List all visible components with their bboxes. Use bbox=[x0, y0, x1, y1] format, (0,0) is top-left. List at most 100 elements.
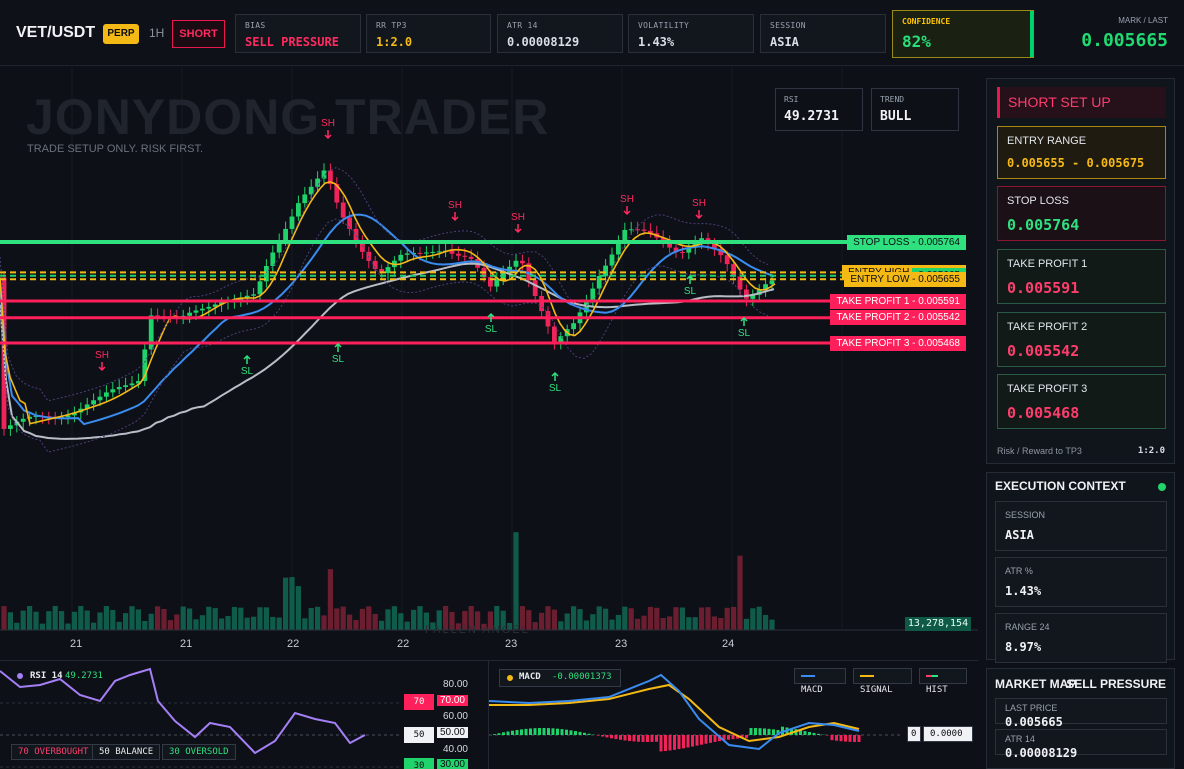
volume-bar bbox=[52, 606, 58, 630]
volume-bar bbox=[340, 606, 346, 630]
hist-swatch-icon-2 bbox=[932, 674, 938, 677]
timeframe-label[interactable]: 1H bbox=[149, 26, 164, 40]
volume-bar bbox=[135, 609, 141, 630]
macd-hist-bar bbox=[619, 735, 622, 740]
macd-hist-bar bbox=[650, 735, 654, 742]
candle-body bbox=[251, 294, 256, 296]
price-chart[interactable]: SH SH SH SH SH SH SL SL SL SL SL SL JONYDONG TRADER… bbox=[0, 68, 978, 658]
macd-hist-bar bbox=[767, 728, 771, 735]
candle-body bbox=[187, 312, 192, 316]
candle-body bbox=[20, 418, 26, 422]
candle-body bbox=[635, 229, 640, 231]
macd-value: -0.00001373 bbox=[552, 672, 612, 682]
macd-hist-bar bbox=[668, 735, 672, 751]
volume-bar bbox=[551, 609, 557, 630]
macd-hist-bar bbox=[817, 733, 820, 735]
volume-bar bbox=[7, 612, 13, 630]
card-label: STOP LOSS bbox=[1007, 195, 1069, 207]
stat-label: RR TP3 bbox=[376, 21, 407, 30]
macd-hist-bar bbox=[515, 730, 519, 735]
volume-bar bbox=[622, 606, 628, 630]
rsi-panel[interactable]: RSI 14 49.2731 80.00 70 70.00 60.00 50 5… bbox=[0, 660, 488, 769]
candlestick-chart-svg[interactable]: SHSHSHSHSH SHSLSLSLSLSLSL bbox=[0, 68, 978, 658]
arrow-up-icon bbox=[551, 371, 559, 381]
stat-value: SELL PRESSURE bbox=[245, 35, 339, 49]
mark-label: MARK / LAST bbox=[1118, 16, 1168, 25]
volume-bar bbox=[251, 616, 257, 630]
top-bar: VET/USDT PERP 1H SHORT BIAS SELL PRESSUR… bbox=[0, 0, 1184, 66]
macd-hist-bar bbox=[596, 735, 600, 736]
short-button[interactable]: SHORT bbox=[172, 20, 225, 48]
entry-range-card[interactable]: ENTRY RANGE 0.005655 - 0.005675 bbox=[997, 126, 1166, 179]
candle-body bbox=[308, 186, 314, 195]
stat-label: VOLATILITY bbox=[638, 21, 690, 30]
candle-body bbox=[744, 289, 749, 299]
candle-body bbox=[769, 280, 775, 285]
volume-bar bbox=[206, 606, 212, 630]
volume-bar bbox=[161, 608, 167, 630]
stat-value: 1.43% bbox=[638, 35, 675, 49]
volume-bar bbox=[577, 609, 583, 630]
macd-hist-bar bbox=[547, 728, 550, 735]
rsi-tick: 80.00 bbox=[442, 679, 468, 690]
tp3-card[interactable]: TAKE PROFIT 3 0.005468 bbox=[997, 374, 1166, 429]
swing-high-label: SH bbox=[448, 200, 462, 211]
volume-bar bbox=[686, 617, 692, 630]
card-value: 0.005655 - 0.005675 bbox=[1007, 156, 1145, 170]
card-label: ENTRY RANGE bbox=[1007, 135, 1087, 147]
swing-high-label: SH bbox=[620, 194, 634, 205]
card-value: 0.005542 bbox=[1007, 342, 1080, 360]
candle-body bbox=[628, 229, 634, 231]
candle-body bbox=[110, 389, 116, 393]
legend-macd: MACD bbox=[794, 668, 846, 695]
volume-bar bbox=[743, 618, 749, 630]
arrow-down-icon bbox=[623, 206, 631, 216]
candle-body bbox=[449, 250, 455, 254]
ma-mid-line bbox=[0, 213, 775, 426]
macd-hist-bar bbox=[569, 730, 573, 735]
volume-bar bbox=[564, 613, 570, 630]
stop-loss-card[interactable]: STOP LOSS 0.005764 bbox=[997, 186, 1166, 241]
volume-bar bbox=[103, 606, 109, 630]
market-last-price-card: LAST PRICE 0.005665 bbox=[995, 698, 1167, 729]
volume-bar bbox=[711, 616, 717, 630]
macd-panel[interactable]: MACD -0.00001373 MACD SIGNAL HIST 0 0.00… bbox=[488, 660, 978, 769]
macd-hist-bar bbox=[506, 731, 510, 735]
macd-hist-bar bbox=[758, 728, 762, 735]
candle-body bbox=[104, 392, 109, 397]
arrow-down-icon bbox=[695, 210, 703, 220]
tp2-card[interactable]: TAKE PROFIT 2 0.005542 bbox=[997, 312, 1166, 367]
candle-body bbox=[430, 251, 436, 253]
candle-body bbox=[116, 387, 122, 390]
market-atr-card: ATR 14 0.00008129 bbox=[995, 729, 1167, 760]
level-tag: STOP LOSS - 0.005764 bbox=[847, 234, 966, 250]
volume-bar bbox=[123, 613, 129, 630]
candle-body bbox=[641, 229, 647, 231]
volume-bar bbox=[84, 610, 90, 630]
exec-value: 1.43% bbox=[1005, 584, 1042, 598]
volume-bar bbox=[97, 612, 103, 630]
trading-dashboard: VET/USDT PERP 1H SHORT BIAS SELL PRESSUR… bbox=[0, 0, 1184, 769]
macd-hist-bar bbox=[700, 735, 703, 745]
volume-bar bbox=[327, 569, 333, 630]
swing-low-label: SL bbox=[332, 354, 345, 365]
macd-hist-bar bbox=[493, 734, 496, 735]
volume-bar bbox=[763, 614, 769, 630]
macd-hist-bar bbox=[497, 733, 501, 735]
level-tag: TAKE PROFIT 3 - 0.005468 bbox=[830, 335, 966, 351]
macd-hist-bar bbox=[641, 735, 645, 742]
tp1-card[interactable]: TAKE PROFIT 1 0.005591 bbox=[997, 249, 1166, 304]
volume-bar bbox=[532, 622, 538, 630]
stat-volatility: VOLATILITY 1.43% bbox=[628, 14, 754, 53]
macd-hist-bar bbox=[803, 731, 807, 735]
candle-body bbox=[680, 251, 685, 253]
level-tag: TAKE PROFIT 1 - 0.005591 bbox=[830, 293, 966, 309]
rsi-value: 49.2731 bbox=[65, 671, 103, 681]
stat-bias: BIAS SELL PRESSURE bbox=[235, 14, 361, 53]
macd-hist-bar bbox=[587, 733, 591, 735]
volume-bar bbox=[385, 609, 391, 630]
arrow-down-icon bbox=[98, 362, 106, 372]
volume-bar bbox=[692, 617, 698, 630]
exec-value: ASIA bbox=[1005, 528, 1034, 542]
macd-hist-bar bbox=[830, 735, 834, 741]
